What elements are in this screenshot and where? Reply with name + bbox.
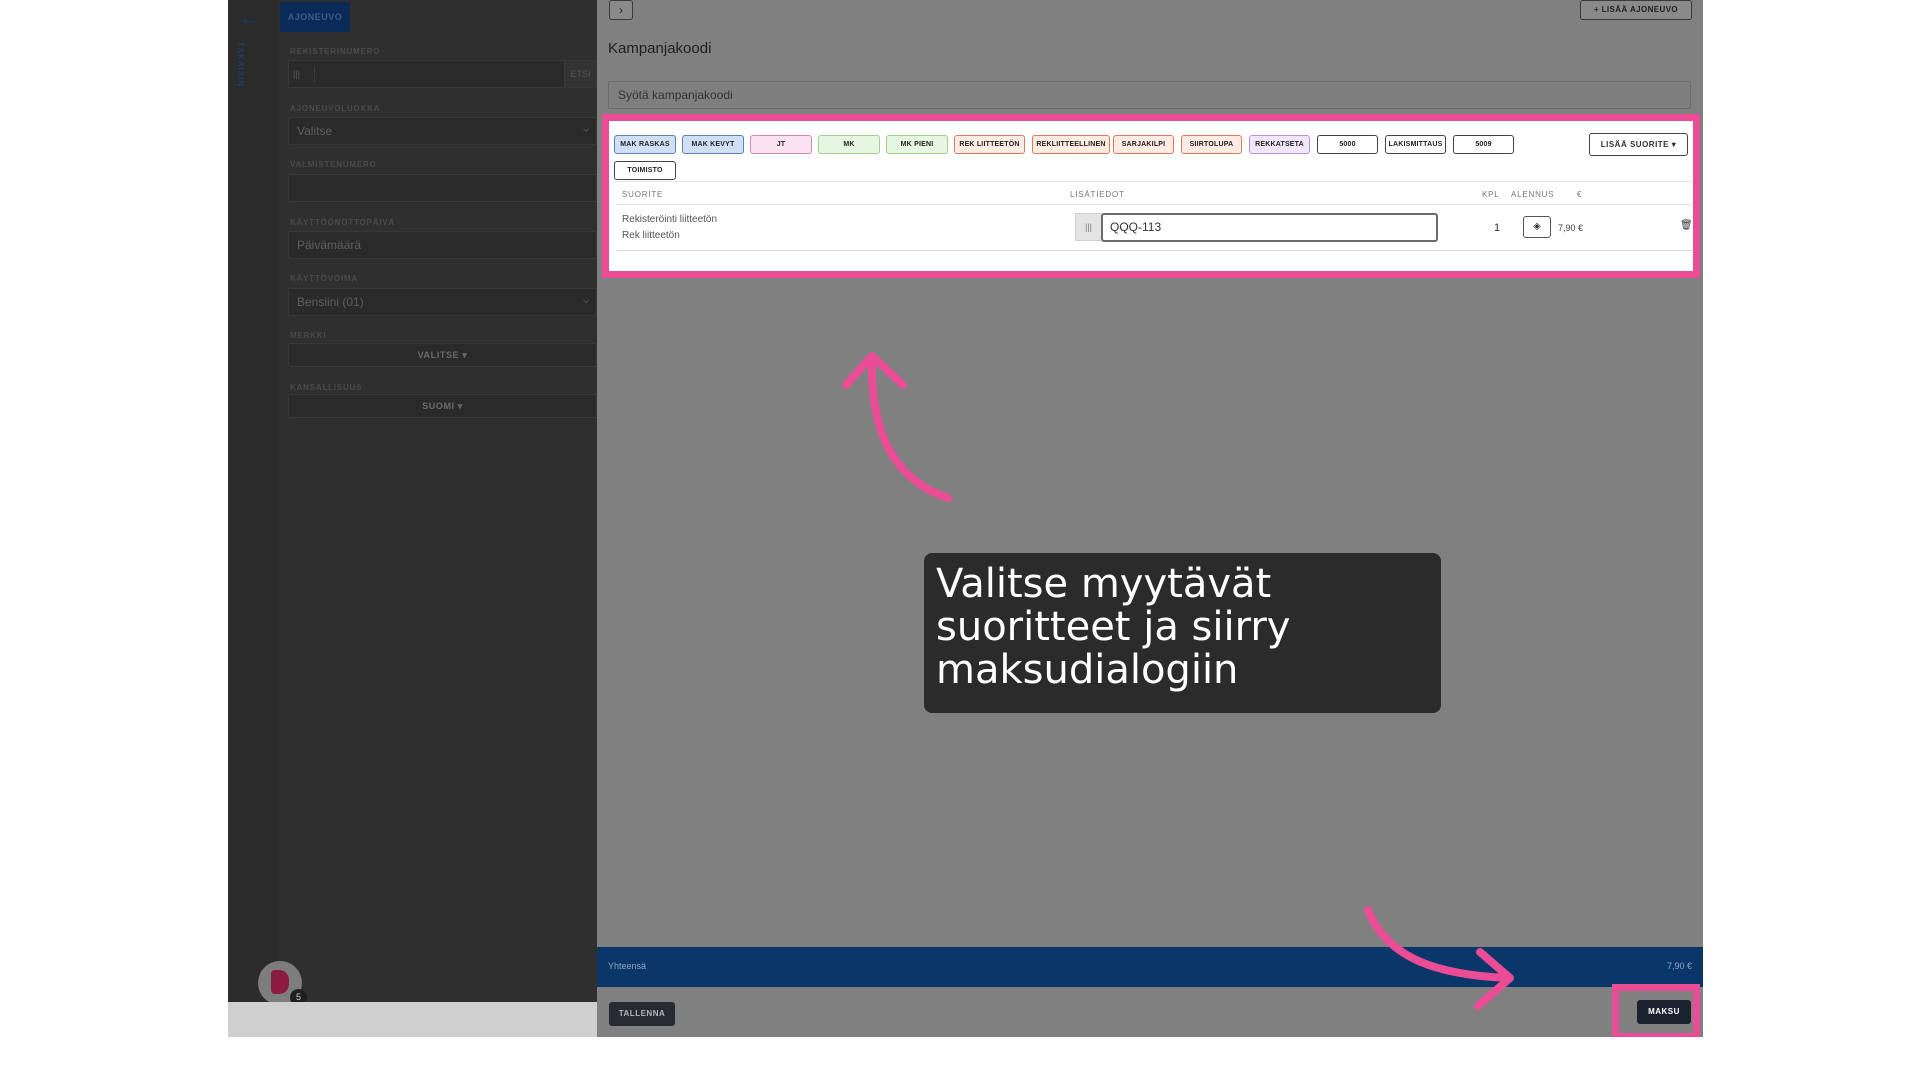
service-subname: Rek liitteetön <box>622 230 680 241</box>
logo-mark-icon <box>271 970 289 994</box>
col-service: SUORITE <box>622 190 664 199</box>
service-chip[interactable]: MK <box>818 135 880 154</box>
service-chip[interactable]: TOIMISTO <box>614 161 676 180</box>
instruction-callout: Valitse myytävät suoritteet ja siirry ma… <box>924 553 1441 713</box>
col-qty: KPL <box>1482 190 1500 199</box>
add-vehicle-button[interactable]: + LISÄÄ AJONEUVO <box>1580 0 1692 20</box>
brand-label: MERKKI <box>290 331 327 340</box>
nationality-select[interactable]: SUOMI ▾ <box>288 394 597 418</box>
service-chip[interactable]: REKKATSETA <box>1249 135 1310 154</box>
vehicle-class-select[interactable]: Valitse <box>288 114 597 145</box>
vin-field[interactable] <box>288 174 597 202</box>
left-footer <box>228 1002 597 1037</box>
col-discount: ALENNUS <box>1511 190 1555 199</box>
service-chip[interactable]: LAKISMITTAUS <box>1385 135 1446 154</box>
service-chip[interactable]: MK PIENI <box>886 135 948 154</box>
barcode-icon[interactable]: ||| <box>1075 213 1101 241</box>
col-price: € <box>1577 190 1583 199</box>
expand-panel-button[interactable]: › <box>609 0 633 20</box>
fuel-label: KÄYTTÖVOIMA <box>290 274 358 283</box>
service-chip[interactable]: MAK RASKAS <box>614 135 676 154</box>
fuel-select[interactable]: Bensiini (01) <box>288 285 597 316</box>
save-button[interactable]: TALLENNA <box>609 1002 675 1026</box>
quantity-value[interactable]: 1 <box>1494 222 1500 234</box>
add-service-button[interactable]: LISÄÄ SUORITE ▾ <box>1589 133 1688 156</box>
back-arrow-icon[interactable]: ← <box>238 6 260 30</box>
service-chip[interactable]: 5000 <box>1317 135 1378 154</box>
pay-button[interactable]: MAKSU <box>1637 1000 1691 1024</box>
total-value: 7,90 € <box>1666 961 1692 971</box>
row-price: 7,90 € <box>1558 223 1584 233</box>
sale-panel: › + LISÄÄ AJONEUVO Kampanjakoodi Syötä k… <box>597 0 1703 1037</box>
app-window: ← TAKAISIN AJONEUVO REKISTERINUMERO ||| … <box>228 0 1703 1037</box>
service-chip[interactable]: SIIRTOLUPA <box>1181 135 1242 154</box>
tab-vehicle[interactable]: AJONEUVO <box>280 2 350 32</box>
reg-number-label: REKISTERINUMERO <box>290 47 381 56</box>
campaign-code-title: Kampanjakoodi <box>608 40 712 57</box>
details-input[interactable]: QQQ-113 <box>1101 213 1438 242</box>
service-chip[interactable]: SARJAKILPI <box>1113 135 1174 154</box>
back-label[interactable]: TAKAISIN <box>236 42 245 87</box>
service-chip[interactable]: MAK KEVYT <box>682 135 744 154</box>
left-rail: ← TAKAISIN <box>228 0 278 1002</box>
tag-icon: ◈ <box>1533 221 1541 232</box>
discount-tag-button[interactable]: ◈ <box>1523 216 1551 238</box>
services-section: MAK RASKAS MAK KEVYT JT MK MK PIENI REK LIITT… <box>602 114 1700 278</box>
total-label: Yhteensä <box>608 961 647 971</box>
service-chip[interactable]: REK LIITTEETÖN <box>954 135 1025 154</box>
trash-icon[interactable]: 🗑 <box>1680 220 1693 231</box>
search-reg-button[interactable]: ETSI <box>564 61 596 87</box>
col-details: LISÄTIEDOT <box>1070 190 1125 199</box>
first-use-date-label: KÄYTTÖÖNOTTOPÄIVÄ <box>290 218 396 227</box>
vehicle-class-label: AJONEUVOLUOKKA <box>290 104 381 113</box>
services-table-header: SUORITE LISÄTIEDOT KPL ALENNUS € <box>616 181 1692 205</box>
campaign-code-input[interactable]: Syötä kampanjakoodi <box>608 81 1691 109</box>
brand-select[interactable]: VALITSE ▾ <box>288 343 597 367</box>
service-chip[interactable]: JT <box>750 135 812 154</box>
service-name: Rekisteröinti liitteetön <box>622 214 718 225</box>
vehicle-panel: ← TAKAISIN AJONEUVO REKISTERINUMERO ||| … <box>228 0 597 1006</box>
tutorial-screenshot: ← TAKAISIN AJONEUVO REKISTERINUMERO ||| … <box>0 0 1920 1080</box>
reg-number-field[interactable]: ||| ETSI <box>288 60 597 88</box>
nationality-label: KANSALLISUUS <box>290 383 363 392</box>
barcode-icon[interactable]: ||| <box>293 66 315 82</box>
service-chip[interactable]: REKLIITTEELLINEN <box>1032 135 1110 154</box>
table-row: Rekisteröinti liitteetön Rek liitteetön … <box>616 206 1693 251</box>
first-use-date-field[interactable]: Päivämäärä <box>288 231 597 259</box>
vin-label: VALMISTENUMERO <box>290 160 377 169</box>
service-chip[interactable]: 5009 <box>1453 135 1514 154</box>
total-bar: Yhteensä 7,90 € <box>597 947 1703 987</box>
